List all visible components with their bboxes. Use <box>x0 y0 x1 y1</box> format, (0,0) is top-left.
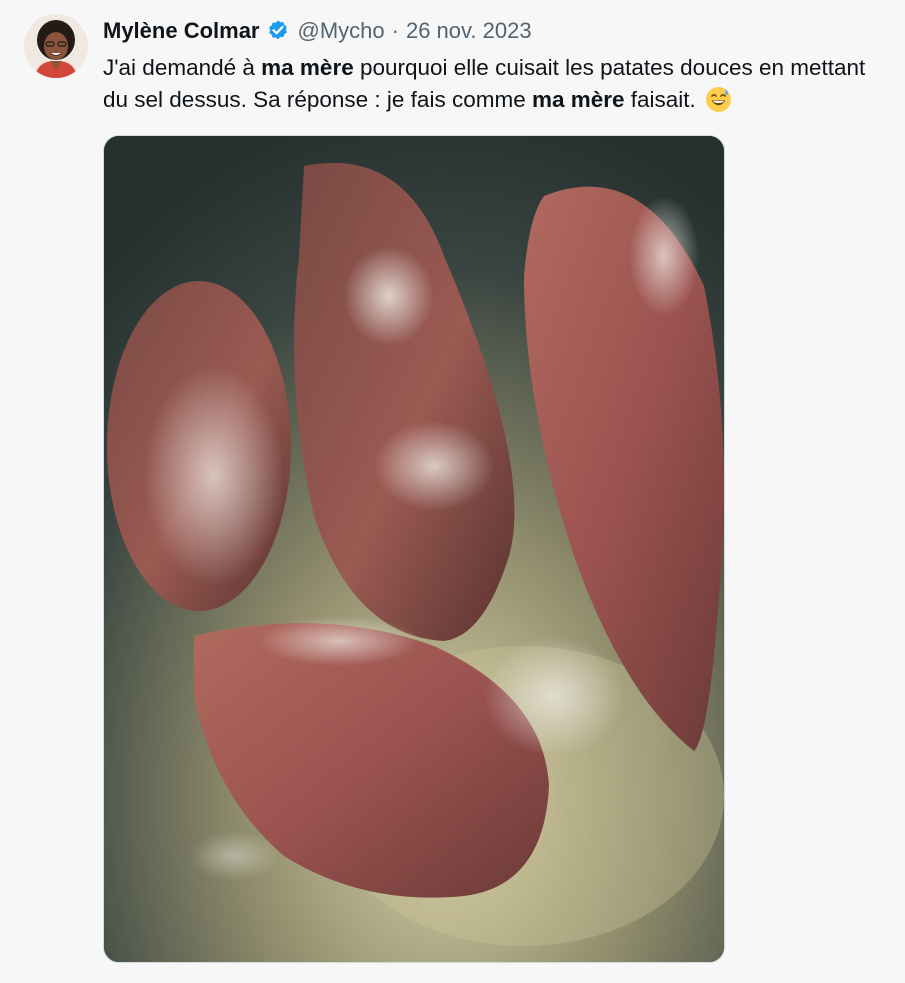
avatar[interactable] <box>24 14 88 78</box>
tweet-text-part: J'ai demandé à <box>103 55 262 80</box>
author-handle[interactable]: @Mycho <box>298 18 385 44</box>
tweet-text-part: faisait. <box>624 87 696 112</box>
tweet-text-bold: ma mère <box>531 87 625 112</box>
header-separator: · <box>391 18 399 43</box>
tweet: Mylène Colmar @Mycho · 26 nov. 2023 J'ai… <box>0 0 905 983</box>
tweet-header: Mylène Colmar @Mycho · 26 nov. 2023 <box>103 14 532 48</box>
verified-badge-icon <box>266 19 290 43</box>
tweet-text-bold: ma mère <box>261 55 354 80</box>
tweet-date[interactable]: 26 nov. 2023 <box>406 18 532 44</box>
tweet-text: J'ai demandé à ma mère pourquoi elle cui… <box>103 52 893 116</box>
grinning-sweat-emoji-icon <box>705 86 732 113</box>
avatar-image <box>24 14 88 78</box>
tweet-photo[interactable] <box>103 135 725 963</box>
sweet-potatoes-image <box>104 136 724 962</box>
author-name[interactable]: Mylène Colmar <box>103 18 260 44</box>
